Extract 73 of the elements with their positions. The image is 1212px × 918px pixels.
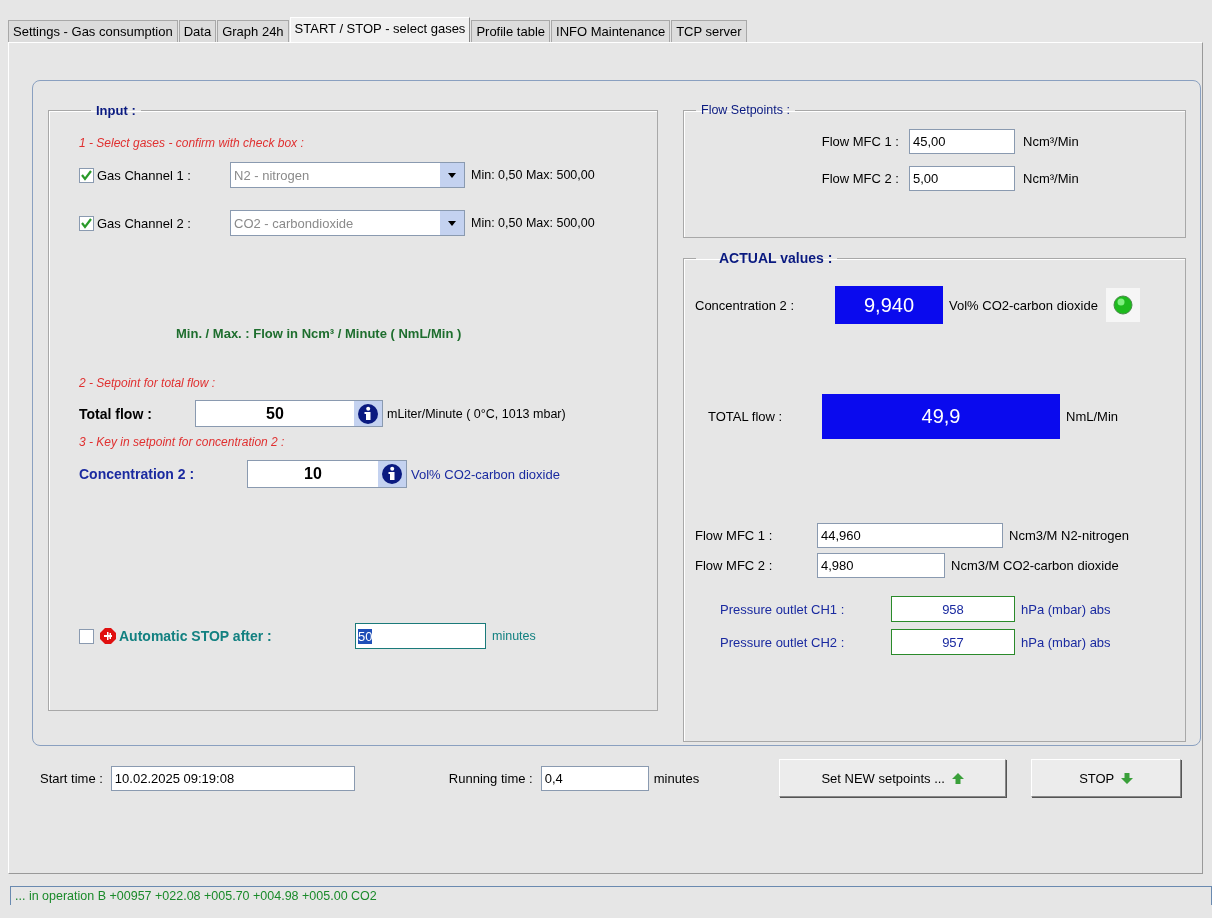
unit-text: minutes bbox=[653, 770, 700, 786]
group-title: Flow Setpoints : bbox=[701, 103, 790, 117]
total-flow-field[interactable]: 50 bbox=[195, 400, 383, 427]
tab[interactable]: Profile table bbox=[471, 20, 551, 42]
field-label: Start time : bbox=[40, 770, 103, 786]
field-label: Flow MFC 2 : bbox=[820, 171, 899, 186]
tab[interactable]: Graph 24h bbox=[217, 20, 289, 42]
instruction-text: 2 - Setpoint for total flow : bbox=[79, 376, 217, 390]
field-label: Total flow : bbox=[79, 405, 153, 422]
field-label: TOTAL flow : bbox=[708, 409, 784, 424]
instruction-text: 3 - Key in setpoint for concentration 2 : bbox=[79, 435, 286, 449]
range-text: Min: 0,50 Max: 500,00 bbox=[471, 168, 595, 182]
input-field[interactable]: 0,4 bbox=[540, 765, 649, 791]
stop-sign-icon bbox=[100, 628, 116, 644]
checkbox[interactable] bbox=[79, 167, 94, 183]
checkbox[interactable] bbox=[79, 628, 94, 644]
tab[interactable]: Data bbox=[178, 20, 217, 42]
input-field[interactable]: 5,00 bbox=[909, 166, 1015, 191]
concentration-field[interactable]: 10 bbox=[247, 460, 407, 488]
unit-text: mLiter/Minute ( 0°C, 1013 mbar) bbox=[387, 406, 566, 421]
stop-button[interactable]: STOP bbox=[1031, 759, 1182, 797]
field-label: Pressure outlet CH2 : bbox=[720, 634, 846, 650]
range-text: Min: 0,50 Max: 500,00 bbox=[471, 216, 595, 230]
unit-text: Vol% CO2-carbon dioxide bbox=[411, 466, 560, 482]
unit-text: hPa (mbar) abs bbox=[1021, 601, 1111, 617]
tab[interactable]: TCP server bbox=[671, 20, 747, 42]
field-label: Concentration 2 : bbox=[695, 297, 795, 313]
info-icon bbox=[381, 463, 403, 485]
setpoints-button[interactable]: Set NEW setpoints ... bbox=[779, 759, 1007, 797]
channel-label: Gas Channel 2 : bbox=[97, 215, 192, 231]
gas-dropdown[interactable]: CO2 - carbondioxide bbox=[230, 210, 465, 236]
dropdown-arrow-icon bbox=[447, 219, 457, 227]
checkbox[interactable] bbox=[79, 215, 94, 231]
unit-text: Ncm³/Min bbox=[1023, 134, 1079, 149]
tab[interactable]: INFO Maintenance bbox=[551, 20, 671, 42]
check-icon bbox=[80, 217, 93, 229]
tab[interactable]: START / STOP - select gases bbox=[289, 17, 471, 42]
check-icon bbox=[80, 169, 93, 181]
instruction-text: 1 - Select gases - confirm with check box : bbox=[79, 136, 305, 150]
input-field[interactable]: 45,00 bbox=[909, 129, 1015, 154]
total-flow-display: 49,9 bbox=[822, 394, 1060, 439]
input-field[interactable]: 44,960 bbox=[817, 523, 1003, 548]
pressure-field: 958 bbox=[891, 596, 1015, 622]
minutes-field[interactable]: 50 bbox=[355, 623, 486, 649]
down-arrow-icon bbox=[1121, 772, 1134, 784]
input-field[interactable]: 4,980 bbox=[817, 553, 945, 578]
unit-text: Ncm3/M N2-nitrogen bbox=[1009, 528, 1129, 543]
status-bar: ... in operation B +00957 +022.08 +005.70 +004.98 +005.00 CO2 bbox=[10, 886, 1212, 905]
field-label: Automatic STOP after : bbox=[119, 628, 273, 644]
field-label: Flow MFC 1 : bbox=[820, 134, 899, 149]
tab[interactable]: Settings - Gas consumption bbox=[8, 20, 178, 42]
dropdown-arrow-icon bbox=[447, 171, 457, 179]
field-label: Concentration 2 : bbox=[79, 466, 196, 482]
field-label: Pressure outlet CH1 : bbox=[720, 601, 846, 617]
pressure-field: 957 bbox=[891, 629, 1015, 655]
field-label: Running time : bbox=[448, 770, 533, 786]
unit-text: Ncm³/Min bbox=[1023, 171, 1079, 186]
channel-label: Gas Channel 1 : bbox=[97, 167, 192, 183]
concentration-display: 9,940 bbox=[835, 286, 943, 324]
input-field[interactable]: 10.02.2025 09:19:08 bbox=[110, 765, 355, 791]
unit-text: Vol% CO2-carbon dioxide bbox=[949, 297, 1098, 313]
unit-text: minutes bbox=[492, 629, 536, 643]
hint-text: Min. / Max. : Flow in Ncm³ / Minute ( NmL/Min ) bbox=[176, 326, 463, 341]
group-title: Input : bbox=[96, 103, 136, 118]
gas-dropdown[interactable]: N2 - nitrogen bbox=[230, 162, 465, 188]
unit-text: Ncm3/M CO2-carbon dioxide bbox=[951, 558, 1119, 573]
field-label: Flow MFC 2 : bbox=[695, 558, 774, 573]
unit-text: NmL/Min bbox=[1066, 409, 1118, 424]
unit-text: hPa (mbar) abs bbox=[1021, 634, 1111, 650]
up-arrow-icon bbox=[952, 772, 964, 784]
field-label: Flow MFC 1 : bbox=[695, 528, 774, 543]
group-title: ACTUAL values : bbox=[719, 250, 833, 266]
info-icon bbox=[357, 402, 379, 425]
